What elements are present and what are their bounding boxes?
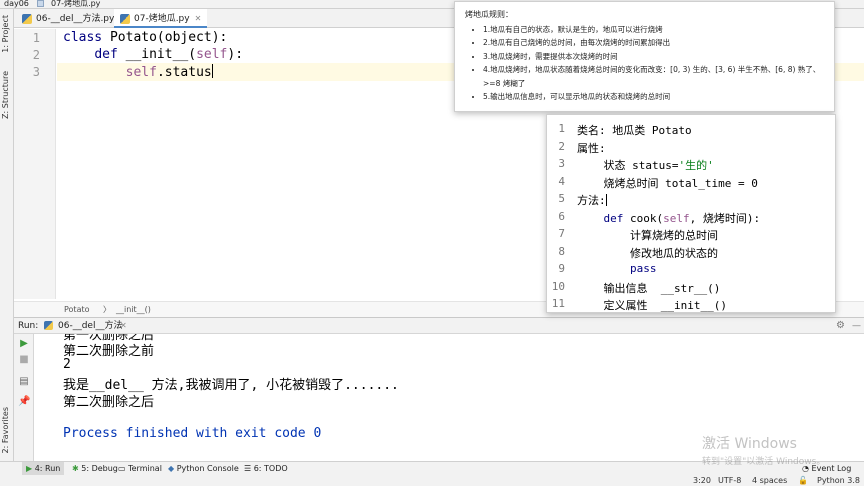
indent-setting[interactable]: 4 spaces	[752, 475, 787, 486]
console-line: 第二次删除之后	[63, 395, 155, 410]
terminal-icon: ▭	[118, 464, 129, 473]
note-line-number: 5	[558, 192, 565, 205]
structure-tool-button[interactable]: Z: Structure	[1, 71, 10, 119]
lock-icon[interactable]: 🔓	[798, 475, 808, 486]
rule-item: 4.地瓜烧烤时，地瓜状态随着烧烤总时间的变化而改变：[0, 3) 生的、[3, …	[483, 63, 824, 90]
terminal-tool-button[interactable]: ▭ Terminal	[118, 462, 162, 475]
line-number-gutter: 1 2 3	[14, 29, 56, 299]
note-line: 方法:	[577, 194, 607, 207]
rule-item: 1.地瓜有自己的状态，默认是生的，地瓜可以进行烧烤	[483, 23, 824, 37]
note-line: def cook(self, 烧烤时间):	[577, 212, 761, 225]
watermark-subtitle: 转到"设置"以激活 Windows。	[702, 457, 826, 467]
file-encoding[interactable]: UTF-8	[718, 475, 741, 486]
pin-icon[interactable]: 📌	[18, 396, 30, 408]
code-line-3[interactable]: self.status	[63, 64, 213, 80]
python-run-config-icon	[44, 321, 53, 330]
watermark-title: 激活 Windows	[702, 436, 797, 452]
file-icon	[37, 0, 45, 7]
breadcrumb-project[interactable]: day06	[4, 0, 29, 8]
note-line: 状态 status='生的'	[577, 159, 714, 172]
rerun-icon[interactable]: ▶	[18, 338, 30, 350]
windows-activation-watermark: 激活 Windows 转到"设置"以激活 Windows。	[702, 433, 825, 467]
rules-list: 1.地瓜有自己的状态，默认是生的，地瓜可以进行烧烤 2.地瓜有自己烧烤的总时间，…	[465, 23, 824, 104]
python-file-icon	[120, 14, 130, 24]
console-line: 2	[63, 357, 71, 372]
tab-label: 06-__del__方法.py	[36, 14, 115, 24]
play-icon: ▶	[26, 464, 35, 473]
bug-icon: ✱	[72, 464, 82, 473]
text-caret	[605, 194, 607, 206]
breadcrumb-sep: 〉	[103, 305, 111, 314]
note-line-number: 8	[558, 245, 565, 258]
note-line: 类名: 地瓜类 Potato	[577, 124, 692, 137]
note-line: pass	[629, 262, 657, 275]
close-icon[interactable]: ✕	[120, 318, 127, 334]
note-line-number: 11	[551, 297, 565, 310]
note-line: 输出信息 __str__()	[577, 282, 721, 295]
note-line-number: 10	[551, 280, 565, 293]
left-tool-strip: 1: Project Z: Structure 2: Favorites	[0, 9, 14, 461]
rule-item: 5.输出地瓜信息时，可以显示地瓜的状态和烧烤的总时间	[483, 90, 824, 104]
notes-panel: 1 2 3 4 5 6 7 8 9 10 11 类名: 地瓜类 Potato 属…	[546, 114, 836, 313]
rule-item: 3.地瓜烧烤时，需要提供本次烧烤的时间	[483, 50, 824, 64]
tab-07-roast-potato[interactable]: 07-烤地瓜.py ✕	[114, 9, 208, 28]
code-line-1[interactable]: class Potato(object):	[63, 30, 227, 45]
line-number: 1	[32, 31, 40, 45]
python-console-icon: ◆	[168, 464, 177, 473]
note-line-number: 3	[558, 157, 565, 170]
process-exit-message: Process finished with exit code 0	[63, 426, 322, 441]
stop-icon[interactable]: ■	[18, 354, 30, 366]
note-line-number: 6	[558, 210, 565, 223]
tab-label: 07-烤地瓜.py	[134, 14, 190, 24]
favorites-tool-button[interactable]: 2: Favorites	[1, 407, 10, 453]
run-window-header: Run: 06-__del__方法 ✕ ⚙ —	[14, 317, 864, 334]
note-line: 定义属性 __init__()	[577, 299, 727, 312]
text-caret	[211, 64, 213, 78]
todo-tool-button[interactable]: ☰ 6: TODO	[244, 462, 288, 475]
run-config-tab[interactable]: 06-__del__方法	[58, 318, 122, 334]
note-line-number: 1	[558, 122, 565, 135]
line-number: 2	[32, 48, 40, 62]
breadcrumb-class[interactable]: Potato	[64, 302, 90, 318]
line-number: 3	[32, 65, 40, 79]
note-line: 修改地瓜的状态的	[577, 247, 718, 260]
cursor-position[interactable]: 3:20	[693, 475, 711, 486]
python-console-tool-button[interactable]: ◆ Python Console	[168, 462, 239, 475]
note-line: 烧烤总时间 total_time = 0	[577, 177, 758, 190]
rules-popup: 烤地瓜规则： 1.地瓜有自己的状态，默认是生的，地瓜可以进行烧烤 2.地瓜有自己…	[454, 1, 835, 112]
status-bar: 3:20 UTF-8 4 spaces 🔓 Python 3.8	[0, 475, 864, 486]
run-tool-button[interactable]: ▶ 4: Run	[22, 462, 65, 475]
layout-icon[interactable]: ▤	[18, 376, 30, 388]
rule-item: 2.地瓜有自己烧烤的总时间，由每次烧烤的时间累加得出	[483, 36, 824, 50]
project-tool-button[interactable]: 1: Project	[1, 15, 10, 53]
debug-tool-button[interactable]: ✱ 5: Debug	[72, 462, 118, 475]
note-line-number: 7	[558, 227, 565, 240]
note-line-number: 9	[558, 262, 565, 275]
close-icon[interactable]: ✕	[195, 14, 202, 23]
note-line: 属性:	[577, 142, 606, 155]
breadcrumb-file[interactable]: 07-烤地瓜.py	[51, 0, 100, 8]
list-icon: ☰	[244, 464, 254, 473]
note-line-number: 4	[558, 175, 565, 188]
python-file-icon	[22, 14, 32, 24]
minimize-icon[interactable]: —	[852, 318, 861, 334]
gear-icon[interactable]: ⚙	[836, 318, 845, 334]
console-line: 第二次删除之前	[63, 344, 155, 359]
note-line: 计算烧烤的总时间	[577, 229, 718, 242]
code-line-2[interactable]: def __init__(self):	[63, 47, 243, 62]
rules-title: 烤地瓜规则：	[465, 10, 513, 19]
run-label: Run:	[18, 321, 39, 331]
interpreter-setting[interactable]: Python 3.8	[817, 475, 860, 486]
breadcrumb-method[interactable]: __init__()	[116, 302, 151, 318]
note-line-number: 2	[558, 140, 565, 153]
run-toolbar: ▶ ■ ▤ 📌	[14, 334, 34, 461]
